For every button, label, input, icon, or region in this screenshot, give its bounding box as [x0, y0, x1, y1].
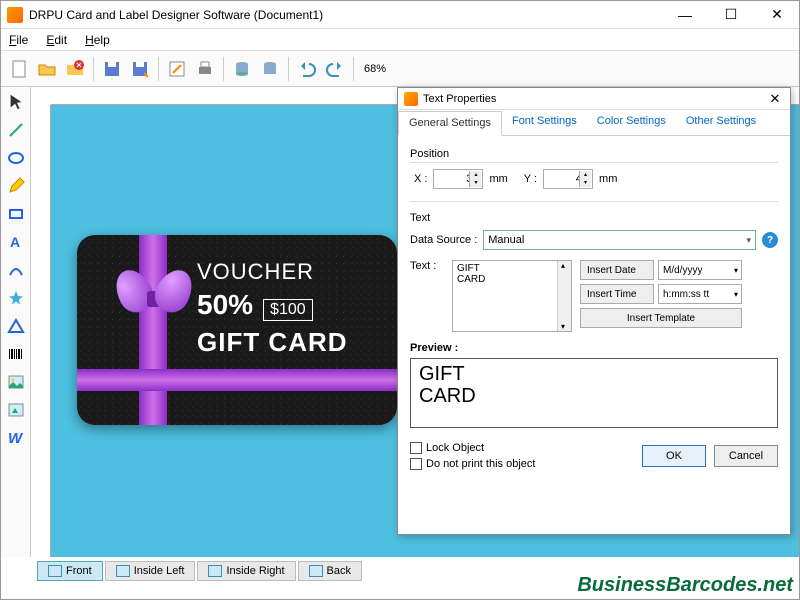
y-input[interactable]: 45▴▾ — [543, 169, 593, 189]
percent-text: 50% — [197, 289, 253, 321]
new-icon[interactable] — [7, 57, 31, 81]
y-label: Y : — [524, 173, 537, 185]
page-tabs: Front Inside Left Inside Right Back — [37, 561, 362, 581]
window-title: DRPU Card and Label Designer Software (D… — [29, 8, 669, 22]
position-row: X : 30▴▾ mm Y : 45▴▾ mm — [410, 162, 778, 195]
tab-inside-left[interactable]: Inside Left — [105, 561, 196, 581]
preview-box: GIFT CARD — [410, 358, 778, 428]
lock-object-checkbox[interactable]: Lock Object — [410, 442, 535, 454]
watermark: BusinessBarcodes.net — [577, 574, 793, 597]
preview-label: Preview : — [410, 342, 778, 354]
insert-template-button[interactable]: Insert Template — [580, 308, 742, 328]
dialog-footer: Lock Object Do not print this object OK … — [398, 434, 790, 478]
dialog-tabs: General Settings Font Settings Color Set… — [398, 110, 790, 136]
wordart-icon[interactable]: W — [5, 427, 27, 449]
tab-color-settings[interactable]: Color Settings — [587, 110, 676, 135]
gift-card-text: GIFT CARD — [197, 327, 348, 358]
gift-card-design[interactable]: VOUCHER 50% $100 GIFT CARD — [77, 235, 397, 425]
dialog-body: Position X : 30▴▾ mm Y : 45▴▾ mm Text Da… — [398, 136, 790, 434]
dialog-icon — [404, 92, 418, 106]
tab-front[interactable]: Front — [37, 561, 103, 581]
database2-icon[interactable] — [258, 57, 282, 81]
dialog-close-button[interactable]: ✕ — [766, 91, 784, 107]
card-text-block[interactable]: VOUCHER 50% $100 GIFT CARD — [197, 259, 348, 358]
tab-inside-right[interactable]: Inside Right — [197, 561, 295, 581]
app-icon — [7, 7, 23, 23]
ok-button[interactable]: OK — [642, 445, 706, 467]
clipart-icon[interactable] — [5, 399, 27, 421]
tab-back[interactable]: Back — [298, 561, 362, 581]
pencil-icon[interactable] — [5, 175, 27, 197]
titlebar: DRPU Card and Label Designer Software (D… — [1, 1, 799, 29]
undo-icon[interactable] — [295, 57, 319, 81]
saveas-icon[interactable] — [128, 57, 152, 81]
text-field-label: Text : — [410, 260, 444, 332]
time-format-select[interactable]: h:mm:ss tt — [658, 284, 742, 304]
minimize-button[interactable]: — — [669, 5, 701, 25]
zoom-value[interactable]: 68% — [364, 63, 386, 75]
print-icon[interactable] — [193, 57, 217, 81]
x-input[interactable]: 30▴▾ — [433, 169, 483, 189]
voucher-text: VOUCHER — [197, 259, 348, 285]
insert-date-button[interactable]: Insert Date — [580, 260, 654, 280]
y-unit: mm — [599, 173, 617, 185]
rect-icon[interactable] — [5, 203, 27, 225]
delete-icon[interactable] — [63, 57, 87, 81]
date-format-select[interactable]: M/d/yyyy — [658, 260, 742, 280]
ribbon-vertical — [139, 235, 167, 425]
star-icon[interactable] — [5, 287, 27, 309]
window-controls: — ☐ ✕ — [669, 5, 793, 25]
dialog-title: Text Properties — [423, 93, 766, 105]
side-toolbar: A W — [1, 87, 31, 557]
tab-other-settings[interactable]: Other Settings — [676, 110, 766, 135]
preview-line2: CARD — [419, 385, 769, 407]
redo-icon[interactable] — [323, 57, 347, 81]
main-toolbar: 68% — [1, 51, 799, 87]
line-icon[interactable] — [5, 119, 27, 141]
image-icon[interactable] — [5, 371, 27, 393]
price-text: $100 — [263, 299, 313, 321]
bow-icon — [117, 269, 191, 329]
cancel-button[interactable]: Cancel — [714, 445, 778, 467]
text-icon[interactable]: A — [5, 231, 27, 253]
svg-text:W: W — [8, 430, 24, 447]
tab-font-settings[interactable]: Font Settings — [502, 110, 587, 135]
position-label: Position — [410, 148, 778, 160]
edit-icon[interactable] — [165, 57, 189, 81]
text-section-label: Text — [410, 212, 778, 224]
ribbon-horizontal — [77, 369, 397, 391]
x-unit: mm — [489, 173, 507, 185]
svg-text:A: A — [10, 234, 20, 250]
close-button[interactable]: ✕ — [761, 5, 793, 25]
data-source-select[interactable]: Manual — [483, 230, 756, 250]
preview-line1: GIFT — [419, 363, 769, 385]
database-icon[interactable] — [230, 57, 254, 81]
tab-general-settings[interactable]: General Settings — [398, 111, 502, 136]
text-properties-dialog: Text Properties ✕ General Settings Font … — [397, 87, 791, 535]
menu-help[interactable]: Help — [85, 33, 110, 47]
insert-time-button[interactable]: Insert Time — [580, 284, 654, 304]
menubar: File Edit Help — [1, 29, 799, 51]
ruler-vertical — [31, 105, 51, 557]
menu-file[interactable]: File — [9, 33, 28, 47]
maximize-button[interactable]: ☐ — [715, 5, 747, 25]
x-label: X : — [414, 173, 427, 185]
data-source-label: Data Source : — [410, 234, 477, 246]
ellipse-icon[interactable] — [5, 147, 27, 169]
arc-icon[interactable] — [5, 259, 27, 281]
help-icon[interactable]: ? — [762, 232, 778, 248]
barcode-icon[interactable] — [5, 343, 27, 365]
text-input[interactable]: GIFT CARD — [452, 260, 572, 332]
do-not-print-checkbox[interactable]: Do not print this object — [410, 458, 535, 470]
dialog-titlebar[interactable]: Text Properties ✕ — [398, 88, 790, 110]
save-icon[interactable] — [100, 57, 124, 81]
open-icon[interactable] — [35, 57, 59, 81]
pointer-icon[interactable] — [5, 91, 27, 113]
triangle-icon[interactable] — [5, 315, 27, 337]
menu-edit[interactable]: Edit — [46, 33, 67, 47]
